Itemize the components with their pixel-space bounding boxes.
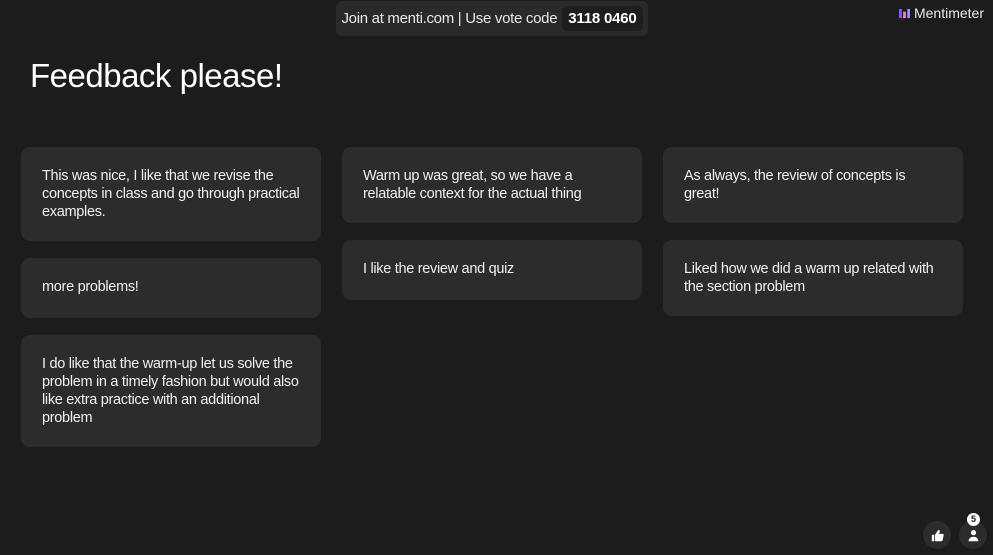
vote-code: 3118 0460 — [562, 6, 643, 31]
person-icon — [968, 529, 978, 541]
response-card: more problems! — [21, 258, 321, 318]
brand-name: Mentimeter — [913, 5, 984, 21]
bottom-controls: 5 — [923, 513, 987, 549]
response-column-2: Warm up was great, so we have a relatabl… — [342, 147, 642, 300]
response-column-3: As always, the review of concepts is gre… — [663, 147, 963, 316]
response-column-1: This was nice, I like that we revise the… — [21, 147, 321, 447]
response-card: This was nice, I like that we revise the… — [21, 147, 321, 241]
page-title: Feedback please! — [30, 57, 283, 94]
participant-count-badge: 5 — [967, 513, 980, 526]
participants-button[interactable]: 5 — [959, 513, 987, 549]
join-instructions-text: Join at menti.com | Use vote code — [341, 10, 558, 27]
response-card: I like the review and quiz — [342, 240, 642, 300]
mentimeter-logo-icon — [898, 8, 910, 18]
response-card: Warm up was great, so we have a relatabl… — [342, 147, 642, 223]
response-card: As always, the review of concepts is gre… — [663, 147, 963, 223]
join-instructions-bar: Join at menti.com | Use vote code 3118 0… — [336, 1, 648, 36]
mentimeter-logo: Mentimeter — [898, 5, 984, 21]
reactions-button[interactable] — [923, 521, 951, 549]
response-card: Liked how we did a warm up related with … — [663, 240, 963, 316]
response-card: I do like that the warm-up let us solve … — [21, 335, 321, 447]
thumbs-up-icon — [931, 529, 944, 541]
